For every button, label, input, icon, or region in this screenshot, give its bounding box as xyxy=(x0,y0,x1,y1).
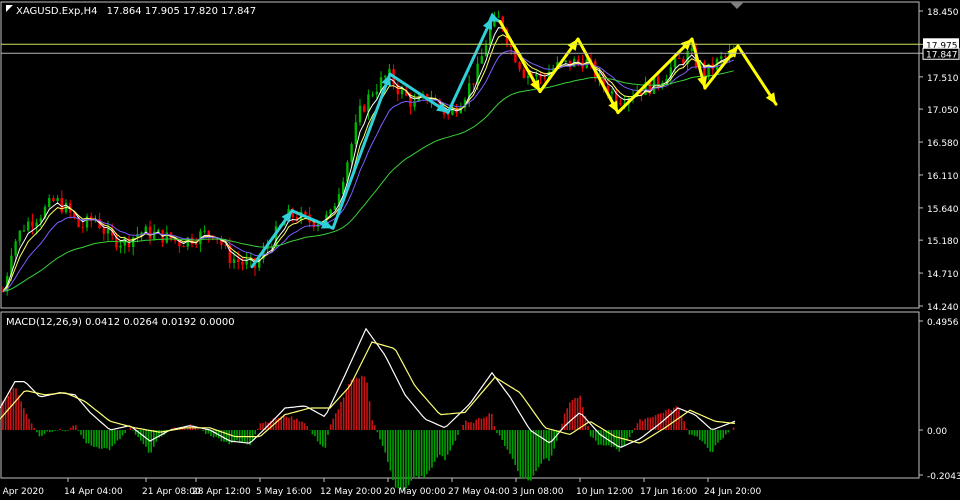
candle-bear xyxy=(657,77,660,86)
price-tick-label: 17.510 xyxy=(927,74,959,84)
time-tick-label: 17 Jun 16:00 xyxy=(640,487,697,497)
macd-tick-label: 0.4956 xyxy=(927,318,959,328)
candle-bear xyxy=(190,237,194,245)
candle-bull xyxy=(497,16,500,18)
candle-bull xyxy=(384,75,387,78)
candle-bull xyxy=(203,230,206,232)
candle-bull xyxy=(119,245,122,248)
candle-bull xyxy=(22,230,26,232)
candle-bear xyxy=(619,103,622,105)
candle-bear xyxy=(81,226,84,228)
candle-bear xyxy=(31,221,34,227)
candle-bear xyxy=(518,62,521,70)
time-tick-label: 24 Jun 20:00 xyxy=(704,487,761,497)
candle-bear xyxy=(543,77,546,79)
candle-bull xyxy=(400,89,404,95)
candle-bull xyxy=(564,60,567,62)
price-tick-label: 14.710 xyxy=(927,270,959,280)
candle-bull xyxy=(480,56,483,64)
candle-bull xyxy=(484,45,488,57)
candle-bull xyxy=(329,209,332,215)
candle-bull xyxy=(157,229,160,232)
price-tick-label: 16.580 xyxy=(927,139,959,149)
candle-bull xyxy=(354,122,357,145)
candle-bull xyxy=(358,105,362,123)
price-tick-label: 17.847 xyxy=(926,50,958,60)
candle-bull xyxy=(245,260,248,265)
candle-bull xyxy=(56,198,59,201)
candle-bear xyxy=(207,230,210,236)
price-tick-label: 15.180 xyxy=(927,237,959,247)
macd-tick-label: 0.00 xyxy=(927,427,947,437)
candle-bull xyxy=(375,91,378,95)
candle-bull xyxy=(673,57,677,68)
time-tick-label: 5 May 16:00 xyxy=(256,487,312,497)
price-tick-label: 17.050 xyxy=(927,106,959,116)
candle-bear xyxy=(472,83,475,85)
time-tick-label: 10 Jun 12:00 xyxy=(576,487,633,497)
candle-bull xyxy=(690,48,693,51)
time-tick-label: 28 Apr 12:00 xyxy=(192,487,251,497)
candle-bear xyxy=(304,211,307,215)
candle-bear xyxy=(447,114,450,116)
candle-bull xyxy=(720,56,723,59)
price-tick-label: 16.110 xyxy=(927,172,959,182)
time-tick-label: 27 May 04:00 xyxy=(448,487,510,497)
candle-bull xyxy=(367,94,370,112)
candle-bear xyxy=(241,261,244,265)
candle-bull xyxy=(35,222,38,227)
time-tick-label: 3 Jun 08:00 xyxy=(512,487,564,497)
candle-bull xyxy=(535,74,538,77)
price-tick-label: 14.240 xyxy=(927,303,959,313)
candle-bull xyxy=(526,76,530,78)
candle-bull xyxy=(371,94,374,96)
candle-bear xyxy=(237,259,240,262)
candle-bear xyxy=(52,198,55,201)
candle-bear xyxy=(60,198,63,213)
candle-bear xyxy=(522,69,525,78)
time-tick-label: 12 May 20:00 xyxy=(320,487,382,497)
candle-bull xyxy=(350,144,353,163)
candle-bull xyxy=(48,198,51,207)
candle-bear xyxy=(102,228,105,234)
candle-bear xyxy=(577,59,580,62)
candle-bear xyxy=(678,57,681,59)
candle-bear xyxy=(363,105,366,112)
time-tick-label: 8 Apr 2020 xyxy=(0,487,44,497)
macd-label: MACD(12,26,9) 0.0412 0.0264 0.0192 0.000… xyxy=(6,317,235,328)
candle-bull xyxy=(232,259,236,264)
macd-tick-label: -0.2043 xyxy=(927,472,960,482)
candle-bull xyxy=(27,221,30,231)
candle-bull xyxy=(610,91,614,94)
price-tick-label: 18.450 xyxy=(927,8,959,18)
candle-bull xyxy=(333,206,336,210)
price-tick-label: 15.640 xyxy=(927,205,959,215)
candle-bear xyxy=(148,226,152,239)
trading-chart[interactable]: 18.45017.97517.84717.51017.05016.58016.1… xyxy=(0,0,960,500)
candle-bear xyxy=(182,246,185,248)
ohlc-readout: 17.864 17.905 17.820 17.847 xyxy=(107,6,257,17)
time-tick-label: 14 Apr 04:00 xyxy=(64,487,123,497)
candle-bull xyxy=(18,230,21,242)
candle-bear xyxy=(195,244,198,246)
symbol-label: XAGUSD.Exp,H4 xyxy=(16,6,97,17)
chart-header: XAGUSD.Exp,H4 17.864 17.905 17.820 17.84… xyxy=(16,6,256,17)
candle-bull xyxy=(14,241,17,256)
candle-bear xyxy=(724,56,727,58)
time-tick-label: 20 May 00:00 xyxy=(384,487,446,497)
candle-bull xyxy=(106,228,110,234)
